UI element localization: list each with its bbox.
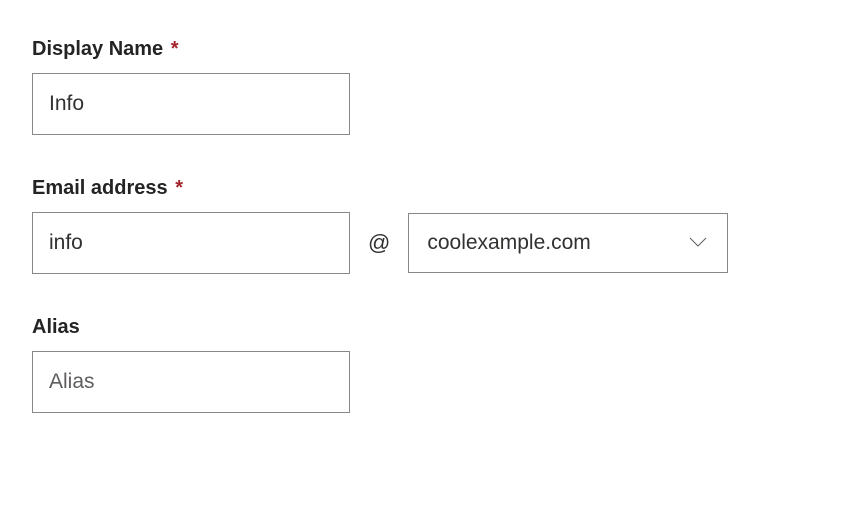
email-localpart-input[interactable] [32,212,350,274]
alias-input[interactable] [32,351,350,413]
alias-label: Alias [32,316,820,339]
required-asterisk-icon: * [171,38,179,60]
display-name-input[interactable] [32,73,350,135]
alias-group: Alias [32,316,820,413]
email-domain-value: coolexample.com [427,231,590,255]
display-name-label-text: Display Name [32,38,163,60]
required-asterisk-icon: * [175,177,183,199]
email-address-group: Email address * @ coolexample.com [32,177,820,274]
display-name-label: Display Name * [32,38,820,61]
email-address-label-text: Email address [32,177,168,199]
alias-label-text: Alias [32,316,80,338]
email-row: @ coolexample.com [32,212,820,274]
chevron-down-icon [689,237,707,249]
at-symbol: @ [368,230,390,256]
display-name-group: Display Name * [32,38,820,135]
email-domain-select[interactable]: coolexample.com [408,213,728,273]
email-address-label: Email address * [32,177,820,200]
